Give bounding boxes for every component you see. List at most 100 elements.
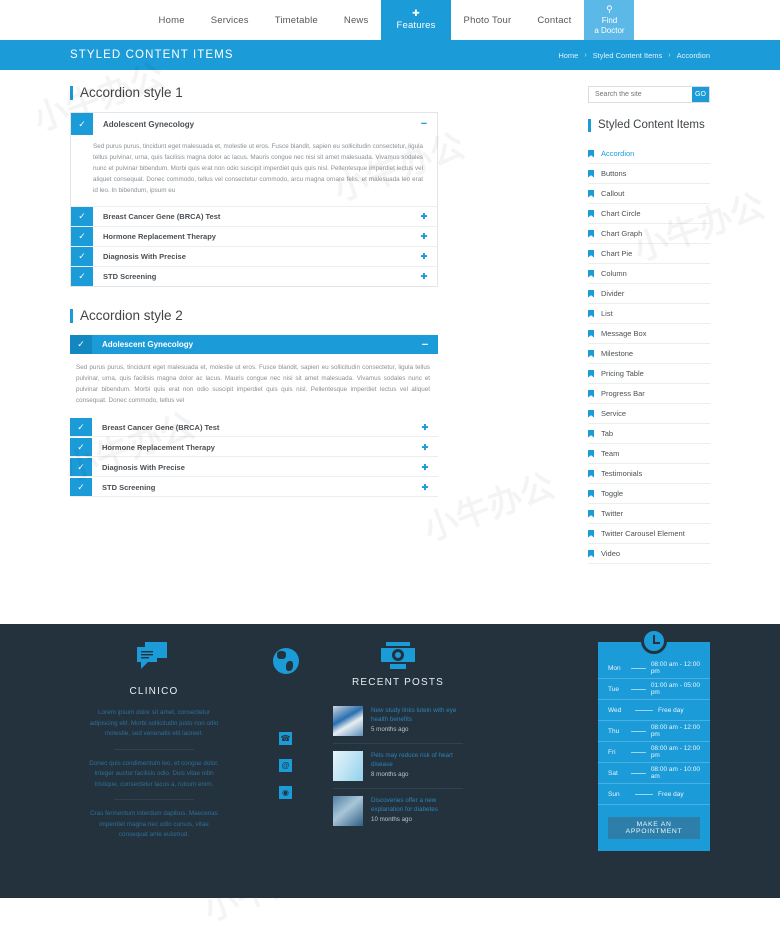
recent-post-item[interactable]: Discoveries offer a new explanation for … [333,789,463,833]
accordion-row[interactable]: ✓ Diagnosis With Precise ✚ [70,458,438,477]
nav-item-news[interactable]: News [331,0,382,40]
minus-icon[interactable]: − [411,113,437,135]
phone-icon[interactable]: ☎ [279,732,292,745]
search-input[interactable] [589,87,692,102]
make-an-appointment-button[interactable]: MAKE AN APPOINTMENT [608,817,700,839]
sidebar-item-message-box[interactable]: Message Box [588,324,710,344]
check-icon: ✓ [71,113,93,135]
hours-dash [631,730,646,732]
sidebar-item-video[interactable]: Video [588,544,710,564]
sidebar-item-milestone[interactable]: Milestone [588,344,710,364]
check-icon: ✓ [71,267,93,286]
bookmark-icon [588,449,594,458]
nav-item-home[interactable]: Home [146,0,198,40]
sidebar-item-toggle[interactable]: Toggle [588,484,710,504]
recent-post-item[interactable]: Pets may reduce risk of heart disease 8 m… [333,744,463,789]
accordion-row[interactable]: ✓ Breast Cancer Gene (BRCA) Test ✚ [70,418,438,437]
sidebar-item-team[interactable]: Team [588,444,710,464]
footer-brand-p3: Cras fermentum interdum dapibus. Maecena… [90,810,218,838]
breadcrumb-item[interactable]: Styled Content Items [593,51,663,60]
footer-social-column: ☎ @ ◉ [238,642,333,851]
sidebar-item-tab[interactable]: Tab [588,424,710,444]
accordion-style-1-rows: ✓ Breast Cancer Gene (BRCA) Test ✚ ✓ Hormone… [71,206,437,286]
accordion-row[interactable]: ✓ Diagnosis With Precise ✚ [71,246,437,266]
accordion-body-text: Sed purus purus, tincidunt eget malesuad… [93,143,423,194]
sidebar-title: Styled Content Items [588,119,710,132]
search-go-button[interactable]: GO [692,87,709,102]
nav-item-services[interactable]: Services [198,0,262,40]
sidebar-item-divider[interactable]: Divider [588,284,710,304]
sidebar-item-testimonials[interactable]: Testimonials [588,464,710,484]
accordion-row[interactable]: ✓ Hormone Replacement Therapy ✚ [70,438,438,457]
hours-dash [631,751,646,753]
opening-hours-rows: Mon 08:00 am - 12:00 pm Tue 01:00 am - 05:0… [598,658,710,805]
sidebar-item-chart-pie[interactable]: Chart Pie [588,244,710,264]
accordion-row[interactable]: ✓ Breast Cancer Gene (BRCA) Test ✚ [71,206,437,226]
sidebar-item-chart-circle[interactable]: Chart Circle [588,204,710,224]
sidebar-item-progress-bar[interactable]: Progress Bar [588,384,710,404]
check-icon: ✓ [71,247,93,266]
globe-icon [272,648,299,674]
bookmark-icon [588,249,594,258]
breadcrumb-item[interactable]: Home [558,51,578,60]
sidebar-item-accordion[interactable]: Accordion [588,144,710,164]
recent-post-item[interactable]: New study links lutein with eye health b… [333,699,463,744]
plus-icon[interactable]: ✚ [412,458,438,476]
plus-icon[interactable]: ✚ [412,478,438,496]
sidebar-item-list[interactable]: List [588,304,710,324]
plus-icon[interactable]: ✚ [411,227,437,246]
bookmark-icon [588,189,594,198]
sidebar-item-service[interactable]: Service [588,404,710,424]
breadcrumb-separator: › [584,51,587,59]
sidebar-item-chart-graph[interactable]: Chart Graph [588,224,710,244]
accordion-header-adolescent-gynecology[interactable]: ✓ Adolescent Gynecology − [71,113,437,135]
nav-item-label: News [343,14,369,26]
location-icon[interactable]: ◉ [279,786,292,799]
plus-icon[interactable]: ✚ [411,207,437,226]
plus-icon[interactable]: ✚ [411,267,437,286]
email-icon[interactable]: @ [279,759,292,772]
footer-brand-column: CLINICO Lorem ipsum dolor sit amet, cons… [70,642,238,851]
sidebar-item-twitter[interactable]: Twitter [588,504,710,524]
sidebar-item-buttons[interactable]: Buttons [588,164,710,184]
accordion-row[interactable]: ✓ Hormone Replacement Therapy ✚ [71,226,437,246]
opening-hours-row: Sat 08:00 am - 10:00 am [598,763,710,784]
breadcrumb-item[interactable]: Accordion [677,51,710,60]
bookmark-icon [588,309,594,318]
accordion-row[interactable]: ✓ STD Screening ✚ [71,266,437,286]
find-a-doctor-button[interactable]: ⚲ Find a Doctor [584,0,635,40]
nav-item-contact[interactable]: Contact [524,0,584,40]
post-title[interactable]: Discoveries offer a new explanation for … [371,796,463,814]
sidebar-item-label: Chart Pie [601,249,633,258]
hours-day: Wed [608,706,622,714]
minus-icon[interactable]: − [412,335,438,354]
plus-icon[interactable]: ✚ [411,247,437,266]
sidebar-item-pricing-table[interactable]: Pricing Table [588,364,710,384]
sidebar-item-label: Tab [601,429,614,438]
post-title[interactable]: Pets may reduce risk of heart disease [371,751,463,769]
sidebar-item-callout[interactable]: Callout [588,184,710,204]
hours-dash [631,772,646,774]
sidebar-item-label: Callout [601,189,625,198]
sidebar-item-label: Toggle [601,489,624,498]
top-navigation: Home Services Timetable News ✚ Features Photo … [0,0,780,40]
plus-icon[interactable]: ✚ [412,438,438,456]
nav-item-label: Photo Tour [463,14,512,26]
nav-item-photo-tour[interactable]: Photo Tour [451,0,525,40]
sidebar-item-column[interactable]: Column [588,264,710,284]
sidebar-item-twitter-carousel-element[interactable]: Twitter Carousel Element [588,524,710,544]
hours-day: Sat [608,769,618,777]
sidebar: GO Styled Content Items Accordion Buttons… [588,86,710,564]
accordion-row[interactable]: ✓ STD Screening ✚ [70,478,438,497]
hours-dash [631,667,646,669]
sidebar-item-label: Divider [601,289,625,298]
nav-item-label: Contact [537,14,572,26]
bookmark-icon [588,349,594,358]
nav-item-features[interactable]: ✚ Features [381,0,451,40]
check-icon: ✓ [70,438,92,456]
accordion2-header-adolescent-gynecology[interactable]: ✓ Adolescent Gynecology − [70,335,438,354]
nav-item-label: Home [158,14,185,26]
nav-item-timetable[interactable]: Timetable [262,0,331,40]
post-title[interactable]: New study links lutein with eye health b… [371,706,463,724]
plus-icon[interactable]: ✚ [412,418,438,436]
